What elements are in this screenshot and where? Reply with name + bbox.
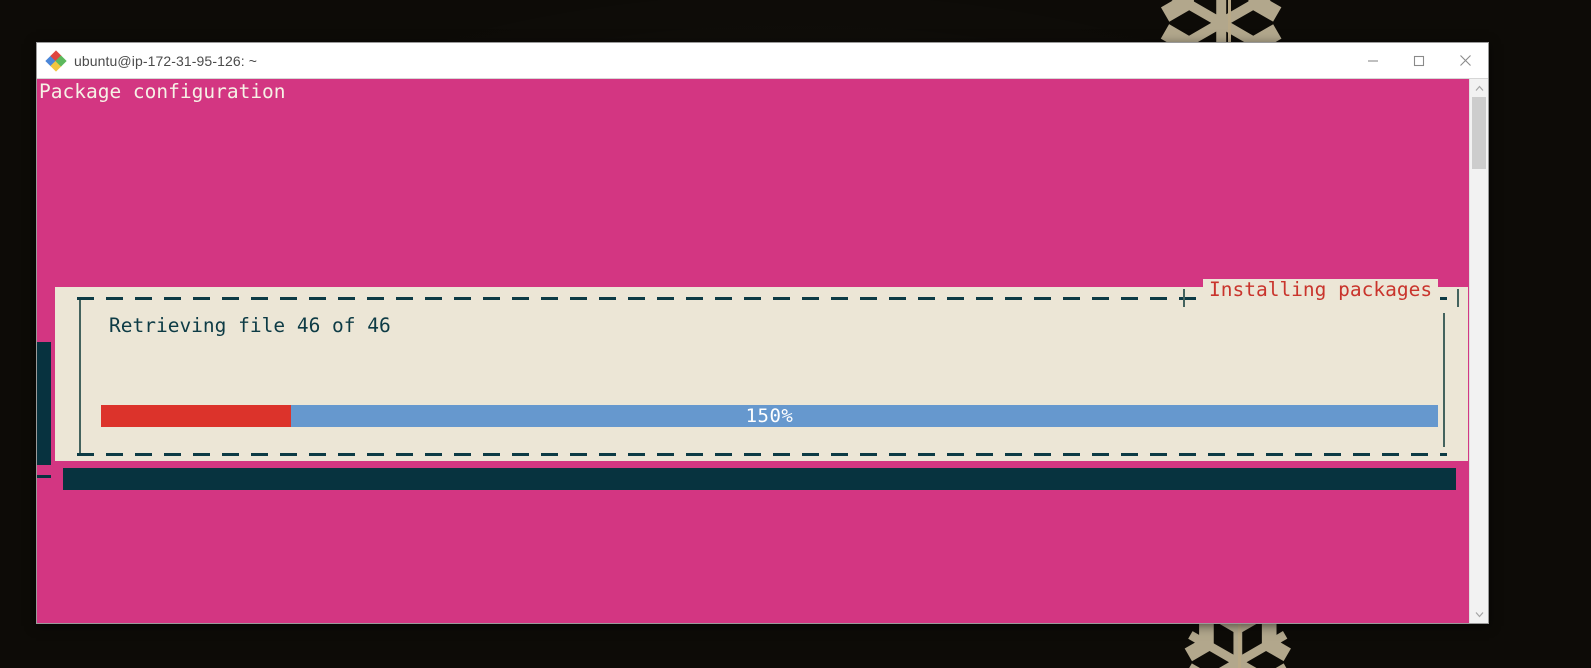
scrollbar-thumb[interactable] — [1472, 97, 1486, 169]
scrollbar-down-arrow-icon[interactable] — [1470, 605, 1488, 623]
window-titlebar[interactable]: ubuntu@ip-172-31-95-126: ~ — [37, 43, 1488, 79]
terminal-window: ubuntu@ip-172-31-95-126: ~ Package confi… — [36, 42, 1489, 624]
chevron-down-icon — [1475, 611, 1483, 617]
minimize-button[interactable] — [1350, 43, 1396, 78]
close-icon — [1459, 55, 1471, 66]
mobaxterm-diamond-icon — [45, 49, 67, 72]
dialog-bottom-shadow-bar — [63, 468, 1456, 490]
terminal-screen[interactable]: Package configuration Installing package… — [37, 79, 1488, 623]
desktop-background: ❆ ❆ ubuntu@ip-172-31-95-126: ~ — [0, 0, 1591, 668]
dialog-left-shadow-strip — [37, 342, 51, 465]
dialog-bottom-shadow-dash — [37, 475, 51, 478]
dialog-title-tick-left — [1183, 289, 1185, 307]
dialog-title: Installing packages — [1203, 279, 1439, 301]
installing-packages-dialog: Installing packages Retrieving file 46 o… — [55, 279, 1468, 461]
wallpaper-stem-top — [1228, 0, 1231, 46]
dialog-border-right — [1443, 313, 1445, 447]
maximize-button[interactable] — [1396, 43, 1442, 78]
progress-bar: 150% — [101, 405, 1438, 427]
chevron-up-icon — [1475, 85, 1483, 91]
dialog-corner-top-left — [79, 297, 88, 300]
window-title: ubuntu@ip-172-31-95-126: ~ — [74, 52, 257, 69]
maximize-icon — [1413, 55, 1425, 66]
dialog-status-message: Retrieving file 46 of 46 — [109, 314, 391, 337]
dialog-border-bottom — [77, 453, 1447, 456]
dialog-corner-bottom-left — [79, 453, 88, 456]
scrollbar-up-arrow-icon[interactable] — [1470, 79, 1488, 97]
minimize-icon — [1368, 59, 1378, 62]
terminal-scrollbar[interactable] — [1469, 79, 1488, 623]
close-button[interactable] — [1442, 43, 1488, 78]
progress-bar-label: 150% — [745, 405, 794, 427]
dialog-title-tick-right — [1457, 289, 1459, 307]
package-configuration-header: Package configuration — [39, 80, 286, 103]
dialog-border-left — [79, 297, 81, 455]
